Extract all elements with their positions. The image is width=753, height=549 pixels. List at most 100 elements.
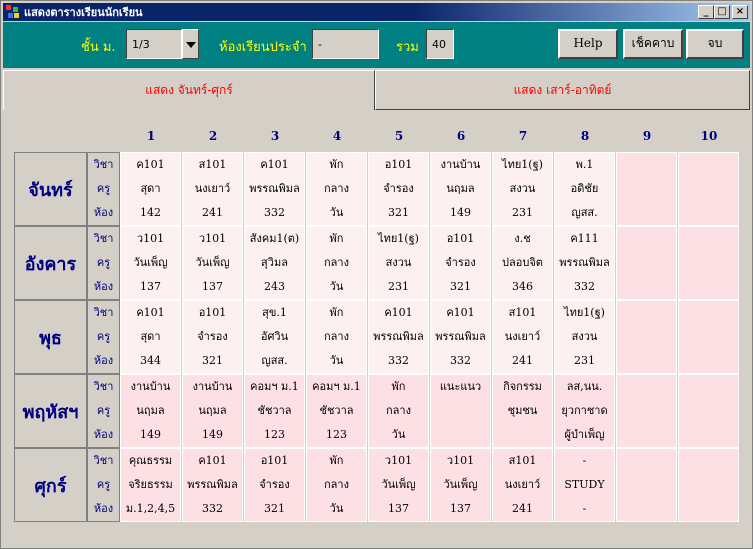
timetable-cell[interactable]: ส101 นงเยาว์ 241: [182, 152, 243, 226]
timetable-cell[interactable]: คอมฯ ม.1 ชัชวาล 123: [244, 374, 305, 448]
subject-text: ส101: [508, 306, 537, 319]
timetable-cell[interactable]: ค101 พรรณพิมล 332: [244, 152, 305, 226]
room-text: [617, 423, 676, 447]
row-key: วิชา: [93, 380, 114, 393]
teacher-text: พรรณพิมล: [249, 182, 300, 195]
teacher-text: ชุมชน: [507, 404, 538, 417]
timetable-cell[interactable]: ไทย1(ฐ) สงวน 231: [554, 300, 615, 374]
timetable-cell[interactable]: คุณธรรม จริยธรรม ม.1,2,4,5: [120, 448, 181, 522]
subject-text: สังคม1(ต): [249, 232, 300, 245]
timetable-cell[interactable]: ว101 วันเพ็ญ 137: [430, 448, 491, 522]
teacher-text: STUDY: [564, 478, 605, 491]
teacher-text: นงเยาว์: [504, 330, 541, 343]
subject-text: [617, 153, 676, 177]
timetable-cell[interactable]: กิจกรรมชุมชน: [492, 374, 553, 448]
minimize-icon[interactable]: _: [698, 5, 714, 19]
timetable-cell[interactable]: ส101 นงเยาว์ 241: [492, 300, 553, 374]
timetable-cell[interactable]: [616, 448, 677, 522]
timetable-cell[interactable]: ว101 วันเพ็ญ 137: [120, 226, 181, 300]
timetable-cell[interactable]: [616, 226, 677, 300]
teacher-text: สงวน: [571, 330, 598, 343]
timetable-cell[interactable]: ว101 วันเพ็ญ 137: [182, 226, 243, 300]
tab-weekend[interactable]: แสดง เสาร์-อาทิตย์: [375, 70, 750, 110]
row-key: วิชา: [93, 454, 114, 467]
teacher-text: [679, 325, 738, 349]
teacher-text: [679, 473, 738, 497]
timetable-cell[interactable]: [678, 152, 739, 226]
timetable-cell[interactable]: ค111 พรรณพิมล 332: [554, 226, 615, 300]
timetable-cell[interactable]: ค101 สุดา 142: [120, 152, 181, 226]
timetable-cell[interactable]: พัก กลาง วัน: [306, 152, 367, 226]
close-button[interactable]: จบ: [686, 29, 744, 59]
timetable-cell[interactable]: ง.ช ปลอบจิต 346: [492, 226, 553, 300]
timetable-cell[interactable]: [616, 300, 677, 374]
room-text: 142: [140, 206, 161, 219]
timetable-cell[interactable]: [678, 300, 739, 374]
timetable-cell[interactable]: พัก กลาง วัน: [306, 226, 367, 300]
teacher-text: กลาง: [324, 478, 349, 491]
timetable-cell[interactable]: คอมฯ ม.1 ชัชวาล 123: [306, 374, 367, 448]
timetable-cell[interactable]: [616, 374, 677, 448]
timetable-cell[interactable]: [678, 448, 739, 522]
teacher-text: จริยธรรม: [128, 478, 173, 491]
timetable-cell[interactable]: อ101 จำรอง 321: [368, 152, 429, 226]
room-text: วัน: [329, 206, 344, 219]
timetable-cell[interactable]: สุข.1 อัศวิน ญสส.: [244, 300, 305, 374]
timetable-cell[interactable]: อ101 จำรอง 321: [430, 226, 491, 300]
timetable-cell[interactable]: อ101 จำรอง 321: [182, 300, 243, 374]
timetable-cell[interactable]: [616, 152, 677, 226]
total-label: รวม: [396, 40, 419, 55]
close-icon[interactable]: ×: [732, 5, 748, 19]
timetable-cell[interactable]: พัก กลาง วัน: [368, 374, 429, 448]
subject-text: [679, 153, 738, 177]
room-text: ญสส.: [261, 354, 288, 367]
title-bar[interactable]: แสดงตารางเรียนนักเรียน _ □ ×: [3, 3, 750, 21]
timetable-cell[interactable]: พัก กลาง วัน: [306, 300, 367, 374]
subject-text: กิจกรรม: [503, 380, 542, 393]
subject-text: พ.1: [575, 158, 594, 171]
row-key: วิชา: [93, 232, 114, 245]
help-button[interactable]: Help: [558, 29, 618, 59]
timetable-cell[interactable]: งานบ้าน นฤมล 149: [120, 374, 181, 448]
room-text: [679, 423, 738, 447]
timetable-cell[interactable]: ส101 นงเยาว์ 241: [492, 448, 553, 522]
tab-weekday[interactable]: แสดง จันทร์-ศุกร์: [3, 70, 375, 110]
timetable-cell[interactable]: งานบ้าน นฤมล 149: [182, 374, 243, 448]
room-text: 332: [450, 354, 471, 367]
room-text: [679, 201, 738, 225]
timetable-cell[interactable]: ลส,นน. ยุวกาชาด ผู้บำเพ็ญ: [554, 374, 615, 448]
timetable-cell[interactable]: ค101 พรรณพิมล 332: [368, 300, 429, 374]
teacher-text: นงเยาว์: [194, 182, 231, 195]
check-period-button[interactable]: เช็คคาบ: [623, 29, 683, 59]
timetable-cell[interactable]: งานบ้าน นฤมล 149: [430, 152, 491, 226]
room-text: 149: [140, 428, 161, 441]
advisor-label: ห้องเรียนประจำ: [219, 40, 307, 55]
chevron-down-icon[interactable]: [182, 29, 199, 59]
subject-text: คอมฯ ม.1: [312, 380, 361, 393]
maximize-icon[interactable]: □: [714, 5, 730, 19]
teacher-text: จำรอง: [383, 182, 414, 195]
timetable-cell[interactable]: สังคม1(ต) สุวิมล 243: [244, 226, 305, 300]
timetable-cell[interactable]: [678, 374, 739, 448]
timetable-cell[interactable]: ไทย1(ฐ) สงวน 231: [492, 152, 553, 226]
timetable-cell[interactable]: ค101 สุดา 344: [120, 300, 181, 374]
teacher-text: ชัชวาล: [319, 404, 354, 417]
timetable-cell[interactable]: พ.1 อดิชัย ญสส.: [554, 152, 615, 226]
timetable-cell[interactable]: [678, 226, 739, 300]
timetable-cell[interactable]: แนะแนว: [430, 374, 491, 448]
subject-text: ว101: [384, 454, 413, 467]
row-key: ครู: [96, 330, 111, 343]
timetable-cell[interactable]: อ101 จำรอง 321: [244, 448, 305, 522]
teacher-text: กลาง: [324, 256, 349, 269]
grade-select[interactable]: 1/3: [126, 29, 182, 59]
timetable-cell[interactable]: ค101 พรรณพิมล 332: [430, 300, 491, 374]
timetable-cell[interactable]: ไทย1(ฐ) สงวน 231: [368, 226, 429, 300]
room-text: 332: [264, 206, 285, 219]
timetable-cell[interactable]: ค101 พรรณพิมล 332: [182, 448, 243, 522]
subject-text: ง.ช: [514, 232, 531, 245]
timetable-cell[interactable]: พัก กลาง วัน: [306, 448, 367, 522]
timetable-cell[interactable]: ว101 วันเพ็ญ 137: [368, 448, 429, 522]
timetable-cell[interactable]: - STUDY -: [554, 448, 615, 522]
subject-text: [679, 449, 738, 473]
advisor-field[interactable]: -: [312, 29, 379, 59]
